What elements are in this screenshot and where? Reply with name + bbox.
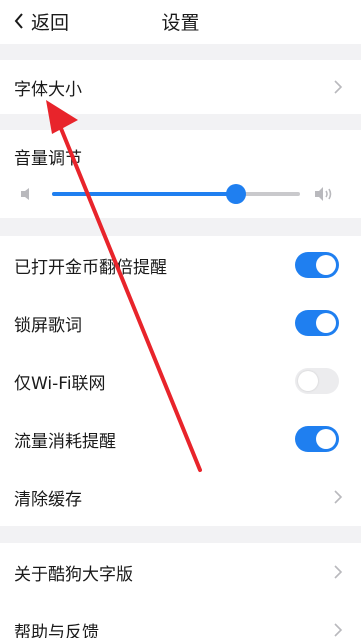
toggle-row[interactable]: 锁屏歌词 [0,294,361,352]
toggle-knob [316,313,336,333]
volume-slider[interactable] [52,184,300,204]
chevron-right-icon [334,565,343,579]
toggle-row[interactable]: 流量消耗提醒 [0,410,361,468]
help-feedback-row[interactable]: 帮助与反馈 [0,601,361,638]
toggle-row-label: 锁屏歌词 [14,315,82,336]
volume-section: 音量调节 [0,130,361,218]
wifi-only-toggle[interactable] [295,368,339,394]
header-bar: 返回 设置 [0,0,361,44]
coin-reminder-toggle[interactable] [295,252,339,278]
toggle-row-label: 流量消耗提醒 [14,431,116,452]
volume-high-icon [315,187,332,201]
volume-slider-thumb[interactable] [225,184,246,204]
volume-label: 音量调节 [14,149,82,169]
toggle-row-label: 已打开金币翻倍提醒 [14,257,167,278]
font-size-row[interactable]: 字体大小 [0,60,361,114]
data-usage-reminder-toggle[interactable] [295,426,339,452]
toggle-knob [316,429,336,449]
page-title: 设置 [161,11,200,34]
clear-cache-row[interactable]: 清除缓存 [0,468,361,526]
clear-cache-label: 清除缓存 [14,489,82,510]
about-row[interactable]: 关于酷狗大字版 [0,543,361,601]
font-size-label: 字体大小 [14,79,82,100]
about-label: 关于酷狗大字版 [14,564,133,585]
volume-low-icon [21,188,29,200]
chevron-right-icon [334,623,343,637]
chevron-right-icon [334,490,343,504]
toggle-row[interactable]: 已打开金币翻倍提醒 [0,236,361,294]
chevron-right-icon [334,80,343,94]
help-feedback-label: 帮助与反馈 [14,622,99,638]
toggle-row[interactable]: 仅Wi-Fi联网 [0,352,361,410]
toggle-knob [316,255,336,275]
volume-slider-fill [52,192,236,196]
lockscreen-lyrics-toggle[interactable] [295,310,339,336]
toggle-knob [298,371,318,391]
toggle-row-label: 仅Wi-Fi联网 [14,373,106,394]
